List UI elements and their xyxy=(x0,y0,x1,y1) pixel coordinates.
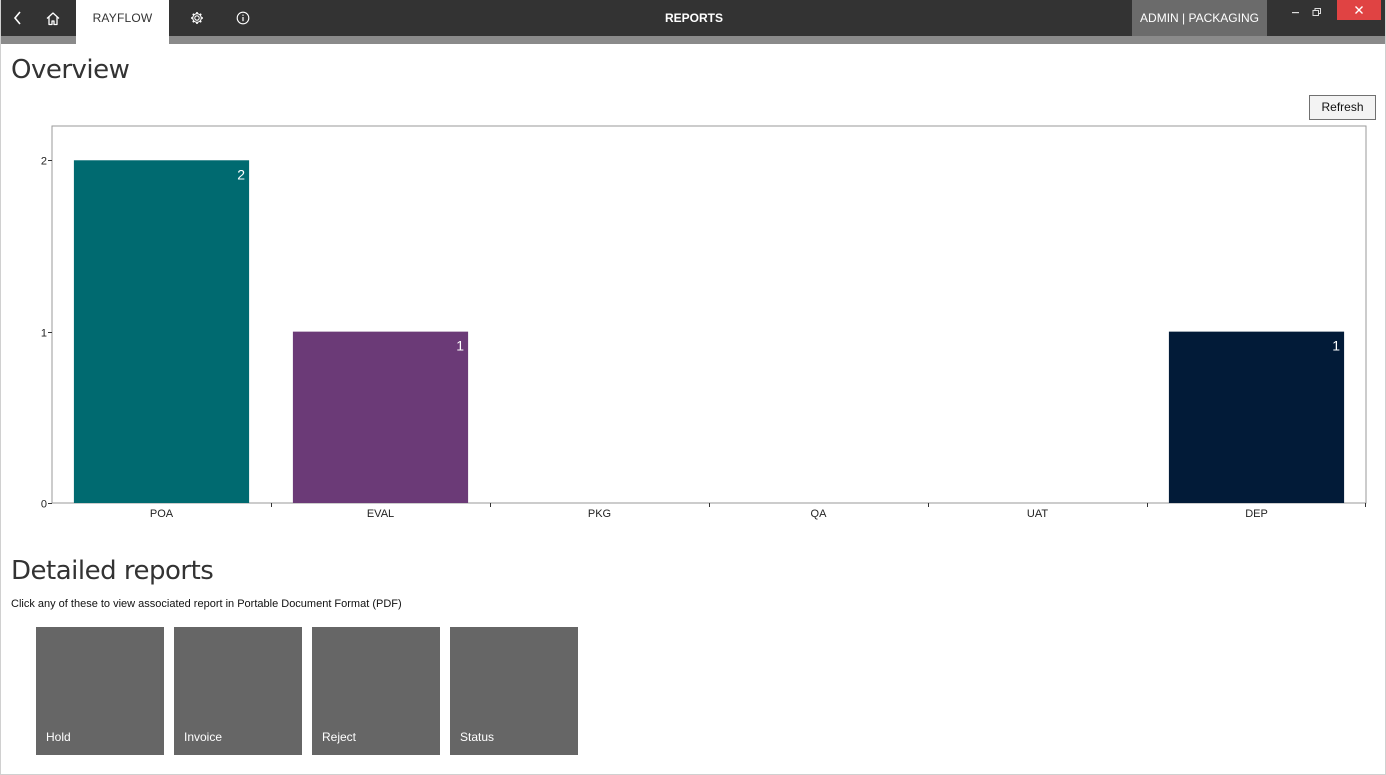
report-tile-label: Invoice xyxy=(184,730,223,744)
settings-button[interactable] xyxy=(179,0,215,36)
overview-bar-chart: 0 1 2 2 POA 1 EVAL PKG QA UAT 1 DEP xyxy=(41,125,1367,520)
chevron-left-icon xyxy=(13,11,21,25)
minimize-button[interactable] xyxy=(1285,0,1307,24)
refresh-button[interactable]: Refresh xyxy=(1309,95,1376,120)
user-role-badge[interactable]: ADMIN | PACKAGING xyxy=(1132,0,1267,36)
y-tick-label: 2 xyxy=(41,156,47,168)
restore-icon xyxy=(1312,8,1321,16)
overview-heading: Overview xyxy=(11,55,130,85)
x-tick-label: PKG xyxy=(588,508,611,520)
info-button[interactable] xyxy=(225,0,261,36)
restore-button[interactable] xyxy=(1306,0,1328,24)
title-bar: RAYFLOW REPORTS ADMIN | PACKAGING xyxy=(1,0,1385,44)
gear-icon xyxy=(191,12,203,24)
detailed-reports-description: Click any of these to view associated re… xyxy=(11,598,402,610)
home-icon xyxy=(46,11,60,25)
close-icon xyxy=(1355,6,1363,14)
y-tick-label: 1 xyxy=(41,328,47,340)
x-tick-label: QA xyxy=(811,508,828,520)
back-button[interactable] xyxy=(1,0,35,36)
x-tick-label: EVAL xyxy=(367,508,394,520)
close-button[interactable] xyxy=(1337,0,1381,20)
x-tick-label: UAT xyxy=(1027,508,1048,520)
report-tile-label: Status xyxy=(460,730,495,744)
y-tick-label: 0 xyxy=(41,499,47,511)
report-tile-hold[interactable]: Hold xyxy=(36,627,164,755)
minimize-icon xyxy=(1292,12,1299,14)
bar-data-label: 1 xyxy=(1332,338,1340,354)
info-icon xyxy=(236,11,250,25)
bar-poa xyxy=(73,160,250,504)
title-bar-accent-strip xyxy=(1,36,1385,44)
bar-eval xyxy=(292,331,469,503)
reports-window: RAYFLOW REPORTS ADMIN | PACKAGING Overvi… xyxy=(0,0,1386,775)
x-tick-label: DEP xyxy=(1245,508,1268,520)
report-tile-invoice[interactable]: Invoice xyxy=(174,627,302,755)
tab-rayflow-label: RAYFLOW xyxy=(92,11,153,25)
detailed-reports-heading: Detailed reports xyxy=(11,556,214,586)
report-tile-label: Reject xyxy=(322,730,357,744)
report-tile-status[interactable]: Status xyxy=(450,627,578,755)
bar-data-label: 2 xyxy=(237,166,245,182)
bar-data-label: 1 xyxy=(456,338,464,354)
x-tick-label: POA xyxy=(150,508,174,520)
report-tile-reject[interactable]: Reject xyxy=(312,627,440,755)
bar-dep xyxy=(1168,331,1345,503)
home-button[interactable] xyxy=(35,0,71,36)
report-tile-label: Hold xyxy=(46,730,71,744)
tab-rayflow[interactable]: RAYFLOW xyxy=(76,0,169,44)
